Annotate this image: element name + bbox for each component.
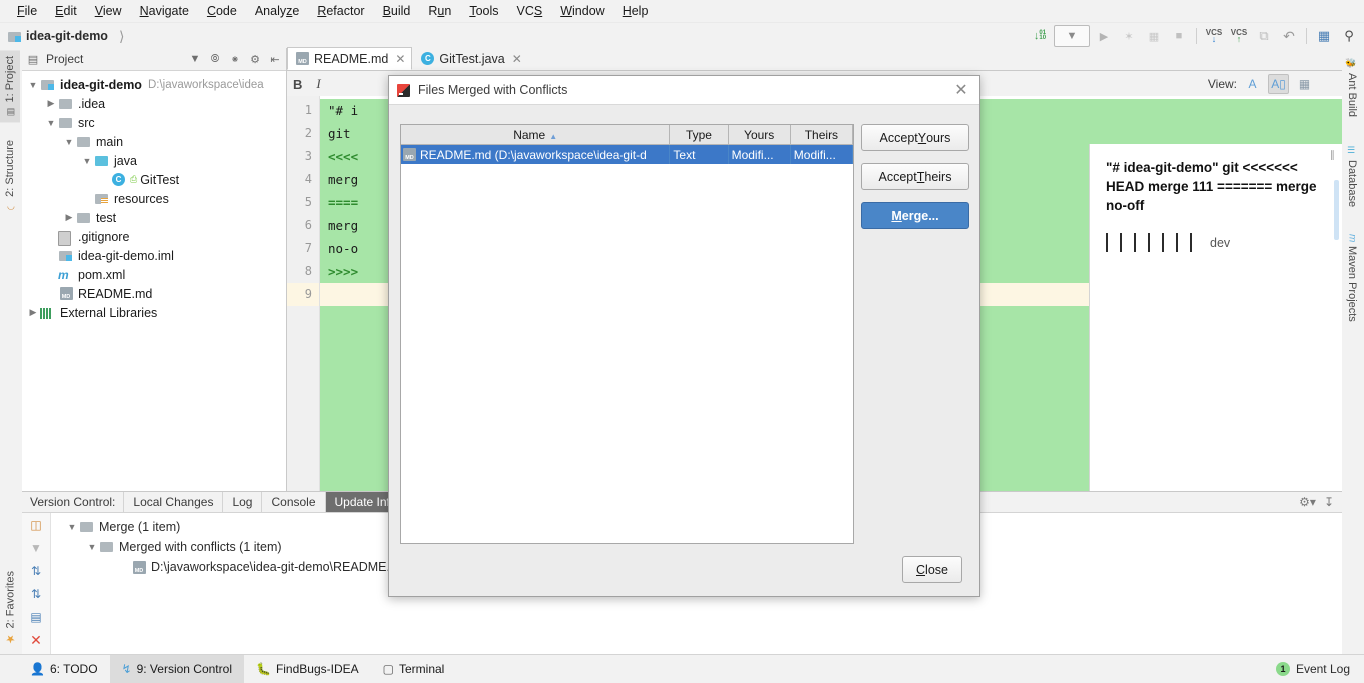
conflicts-table[interactable]: Name ▲ Type Yours Theirs MD README.md (D… bbox=[400, 124, 854, 544]
dialog-action-buttons: Accept Yours Accept Theirs Merge... bbox=[861, 124, 969, 229]
sort-ascending-icon: ▲ bbox=[549, 131, 558, 141]
intellij-idea-window: File Edit View Navigate Code Analyze Ref… bbox=[0, 0, 1364, 683]
table-header-row: Name ▲ Type Yours Theirs bbox=[401, 125, 854, 145]
cell-theirs: Modifi... bbox=[790, 144, 854, 164]
close-icon[interactable]: ✕ bbox=[951, 80, 971, 100]
intellij-icon bbox=[397, 83, 410, 97]
markdown-icon: MD bbox=[403, 148, 416, 161]
merge-button[interactable]: Merge... bbox=[861, 202, 969, 229]
cell-yours: Modifi... bbox=[728, 144, 791, 164]
column-header-name-label: Name bbox=[513, 127, 546, 142]
modal-overlay: Files Merged with Conflicts ✕ Name ▲ Type bbox=[0, 0, 1364, 683]
dialog-body: Name ▲ Type Yours Theirs MD README.md (D… bbox=[389, 104, 979, 596]
accept-yours-button[interactable]: Accept Yours bbox=[861, 124, 969, 151]
column-header-type[interactable]: Type bbox=[669, 125, 729, 145]
close-button[interactable]: Close bbox=[902, 556, 962, 583]
dialog-title-bar: Files Merged with Conflicts ✕ bbox=[389, 76, 979, 105]
accept-theirs-button[interactable]: Accept Theirs bbox=[861, 163, 969, 190]
cell-name-label: README.md (D:\javaworkspace\idea-git-d bbox=[420, 147, 647, 162]
dialog-title: Files Merged with Conflicts bbox=[418, 83, 568, 97]
column-header-name[interactable]: Name ▲ bbox=[401, 125, 671, 145]
column-header-yours[interactable]: Yours bbox=[728, 125, 791, 145]
files-merged-with-conflicts-dialog: Files Merged with Conflicts ✕ Name ▲ Type bbox=[388, 75, 980, 597]
column-header-theirs[interactable]: Theirs bbox=[790, 125, 854, 145]
table-row[interactable]: MD README.md (D:\javaworkspace\idea-git-… bbox=[401, 144, 854, 164]
cell-name: MD README.md (D:\javaworkspace\idea-git-… bbox=[401, 144, 671, 164]
cell-type: Text bbox=[669, 144, 729, 164]
